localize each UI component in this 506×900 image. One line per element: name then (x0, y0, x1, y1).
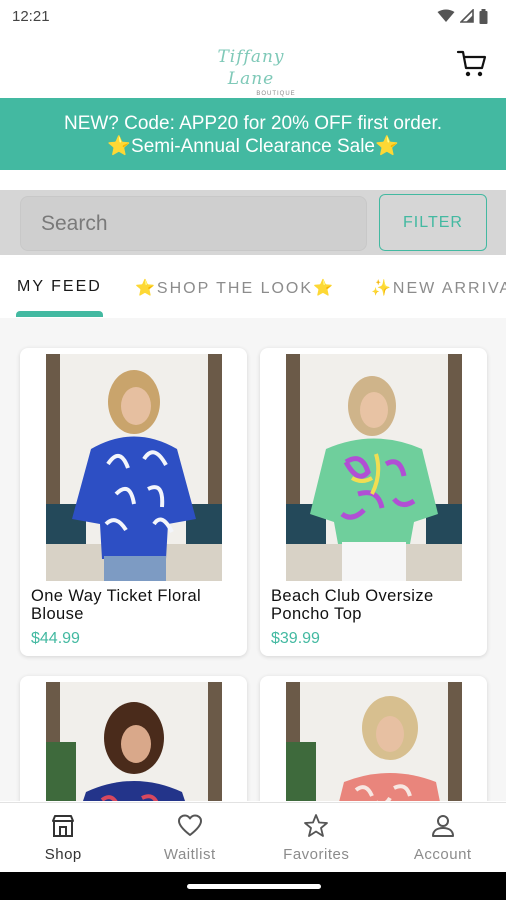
person-icon (431, 815, 454, 837)
wifi-icon (437, 9, 455, 22)
promo-sale-text: ⭐Semi-Annual Clearance Sale⭐ (107, 136, 399, 157)
product-card[interactable] (20, 676, 247, 801)
product-image[interactable] (286, 354, 462, 581)
home-gesture-handle[interactable] (187, 884, 321, 889)
status-time: 12:21 (12, 7, 50, 25)
filter-button[interactable]: FILTER (379, 194, 487, 251)
product-price: $39.99 (271, 630, 320, 647)
nav-account-label: Account (413, 846, 472, 863)
promo-code-text: NEW? Code: APP20 for 20% OFF first order… (63, 113, 443, 134)
battery-icon (479, 8, 488, 24)
tab-new-arrivals[interactable]: ✨NEW ARRIVALS (371, 278, 506, 298)
model-green-print-poncho-image (286, 354, 462, 581)
promo-banner[interactable]: NEW? Code: APP20 for 20% OFF first order… (0, 98, 506, 170)
nav-account[interactable]: Account (380, 803, 506, 873)
shop-icon (52, 815, 75, 837)
model-blue-floral-blouse-image (46, 354, 222, 581)
nav-waitlist-label: Waitlist (163, 846, 216, 863)
logo-script-text: Tiffany Lane (217, 47, 285, 89)
feed-tabs: MY FEED ⭐SHOP THE LOOK⭐ ✨NEW ARRIVALS (0, 258, 506, 318)
signal-icon (460, 9, 474, 23)
product-card[interactable]: One Way Ticket Floral Blouse $44.99 (20, 348, 247, 656)
product-price: $44.99 (31, 630, 80, 647)
tab-my-feed[interactable]: MY FEED (17, 278, 102, 296)
cart-icon[interactable] (456, 48, 488, 80)
product-image[interactable] (286, 682, 462, 801)
search-strip: FILTER (0, 190, 506, 255)
nav-shop-label: Shop (44, 846, 82, 863)
heart-icon (177, 814, 202, 836)
star-icon (304, 814, 329, 837)
bottom-nav: Shop Waitlist Favorites Account (0, 802, 506, 872)
nav-shop[interactable]: Shop (0, 803, 127, 873)
system-gesture-area (0, 872, 506, 900)
model-navy-print-top-image (46, 682, 222, 801)
brand-logo[interactable]: Tiffany Lane BOUTIQUE (196, 46, 306, 97)
search-field-wrapper (20, 196, 367, 251)
model-coral-print-top-image (286, 682, 462, 801)
product-name: One Way Ticket Floral Blouse (31, 587, 202, 623)
tab-shop-the-look[interactable]: ⭐SHOP THE LOOK⭐ (135, 278, 335, 298)
product-image[interactable] (46, 682, 222, 801)
nav-favorites-label: Favorites (283, 846, 350, 863)
nav-waitlist[interactable]: Waitlist (127, 803, 254, 873)
status-icons (437, 8, 488, 24)
product-name: Beach Club Oversize Poncho Top (271, 587, 434, 623)
app-header: Tiffany Lane BOUTIQUE (0, 32, 506, 98)
product-card[interactable] (260, 676, 487, 801)
product-feed[interactable]: One Way Ticket Floral Blouse $44.99 Beac… (0, 318, 506, 801)
active-tab-indicator (16, 311, 103, 317)
product-card[interactable]: Beach Club Oversize Poncho Top $39.99 (260, 348, 487, 656)
logo-sub-text: BOUTIQUE (256, 91, 296, 97)
product-image[interactable] (46, 354, 222, 581)
search-input[interactable] (41, 211, 366, 236)
status-bar: 12:21 (0, 0, 506, 32)
nav-favorites[interactable]: Favorites (253, 803, 380, 873)
